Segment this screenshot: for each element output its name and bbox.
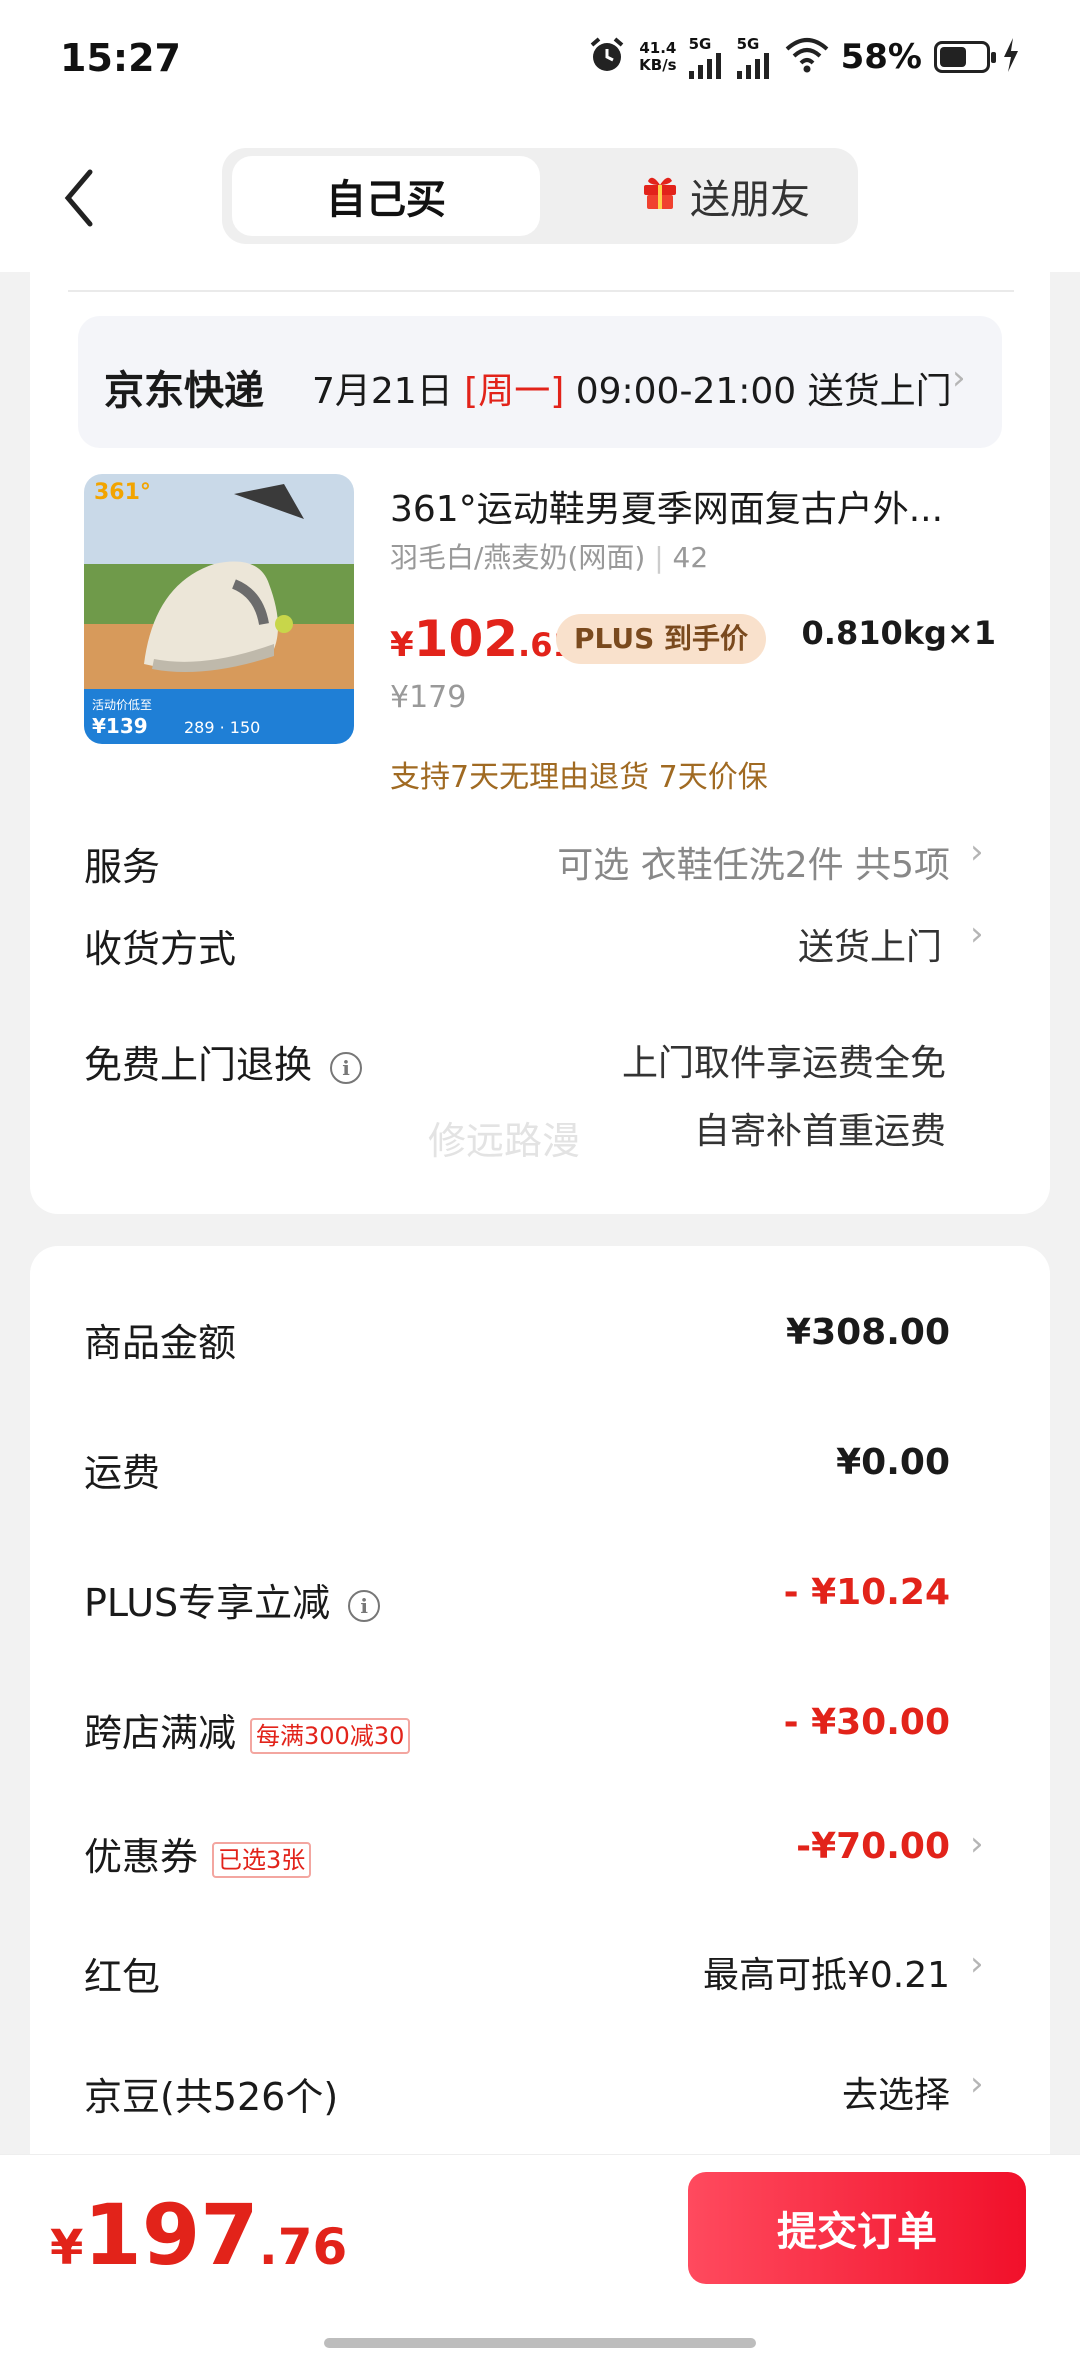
watermark: 修远路漫 — [428, 1119, 581, 1163]
status-icons: 41.4 KB/s 5G 5G 58% — [587, 34, 1020, 80]
weight-quantity: 0.810kg×1 — [801, 614, 996, 652]
cross-store-discount-label: 跨店满减 每满300减30 — [84, 1702, 411, 1757]
product-price: ¥102.61 — [390, 610, 575, 668]
chevron-right-icon: › — [970, 1824, 984, 1864]
original-price: ¥179 — [390, 680, 467, 715]
plus-discount-label: PLUS专享立减 i — [84, 1572, 381, 1627]
jd-beans-label: 京豆(共526个) — [84, 2075, 339, 2119]
submit-order-button[interactable]: 提交订单 — [688, 2172, 1026, 2284]
alarm-icon — [587, 35, 627, 79]
battery-icon — [934, 41, 996, 73]
battery-percent: 58% — [840, 37, 922, 77]
shipping-method-label: 收货方式 — [84, 927, 237, 971]
coupon-value[interactable]: -¥70.00 — [796, 1826, 950, 1867]
tab-gift-label: 送朋友 — [690, 177, 810, 223]
net-speed: 41.4 KB/s — [639, 39, 677, 74]
divider — [68, 290, 1014, 292]
delivery-time: 7月21日 [周一] 09:00-21:00 送货上门 — [312, 371, 952, 412]
tab-gift-friend[interactable]: 送朋友 — [600, 156, 850, 236]
product-title[interactable]: 361°运动鞋男夏季网面复古户外... — [390, 480, 990, 532]
status-time: 15:27 — [60, 36, 181, 80]
coupon-label: 优惠券 已选3张 — [84, 1826, 312, 1881]
product-spec: 羽毛白/燕麦奶(网面) | 42 — [390, 541, 709, 574]
chevron-right-icon: › — [970, 832, 984, 872]
freight-value: ¥0.00 — [836, 1442, 950, 1483]
thumb-banner-nums: 289 · 150 — [184, 718, 261, 737]
cross-store-discount-value: - ¥30.00 — [783, 1702, 950, 1743]
back-button[interactable] — [58, 168, 108, 228]
signal-icon-sim1: 5G — [688, 35, 725, 79]
freight-label: 运费 — [84, 1451, 161, 1495]
service-label: 服务 — [84, 845, 161, 889]
chevron-right-icon: › — [970, 914, 984, 954]
coupon-badge: 已选3张 — [212, 1841, 312, 1878]
thumb-banner-price: ¥139 — [92, 714, 148, 738]
chevron-right-icon: › — [970, 1944, 984, 1984]
wifi-icon — [785, 37, 829, 77]
free-return-value-1: 上门取件享运费全免 — [621, 1043, 946, 1084]
free-return-label: 免费上门退换 i — [84, 1034, 363, 1089]
red-packet-value[interactable]: 最高可抵¥0.21 — [703, 1946, 950, 1998]
service-value[interactable]: 可选 衣鞋任洗2件 共5项 — [557, 836, 950, 888]
delivery-carrier: 京东快递 — [104, 368, 264, 414]
return-policy: 支持7天无理由退货 7天价保 — [390, 760, 768, 795]
thumb-banner-text: 活动价低至 — [92, 698, 153, 712]
chevron-right-icon: › — [952, 358, 966, 398]
red-packet-label: 红包 — [84, 1955, 161, 1999]
tab-buy-self[interactable]: 自己买 — [232, 156, 540, 236]
info-icon[interactable]: i — [330, 1051, 363, 1084]
shipping-method-value[interactable]: 送货上门 — [798, 918, 942, 970]
free-return-value-2: 自寄补首重运费 — [693, 1111, 946, 1152]
product-thumbnail[interactable]: 361° 活动价低至 ¥139 289 · 150 — [84, 474, 354, 744]
info-icon[interactable]: i — [348, 1589, 381, 1622]
signal-icon-sim2: 5G — [736, 35, 773, 79]
thumb-brand: 361° — [94, 480, 151, 505]
cross-store-badge: 每满300减30 — [250, 1717, 411, 1754]
goods-amount-label: 商品金额 — [84, 1321, 237, 1365]
chevron-left-icon — [64, 169, 93, 227]
charging-icon — [1002, 38, 1020, 76]
order-total: ¥197.76 — [50, 2186, 348, 2284]
chevron-right-icon: › — [970, 2064, 984, 2104]
gift-icon — [640, 171, 680, 221]
goods-amount-value: ¥308.00 — [786, 1312, 950, 1353]
jd-beans-value[interactable]: 去选择 — [842, 2066, 950, 2118]
home-indicator[interactable] — [324, 2338, 756, 2348]
plus-price-tag: PLUS 到手价 — [556, 614, 767, 664]
plus-discount-value: - ¥10.24 — [783, 1572, 950, 1613]
